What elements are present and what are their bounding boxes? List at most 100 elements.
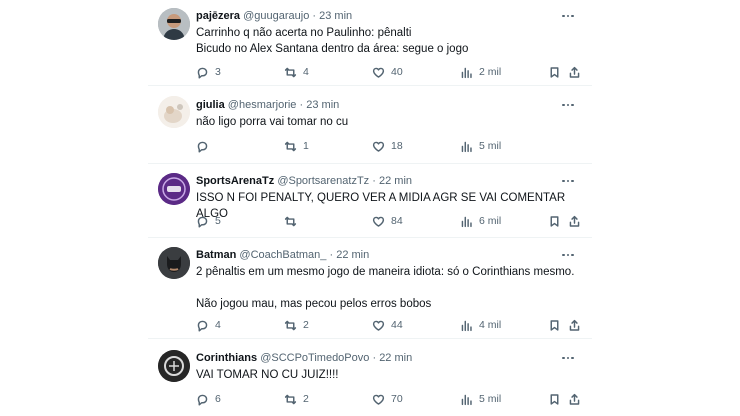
reply-button[interactable]: 6 [196, 391, 221, 407]
retweet-icon [284, 67, 297, 77]
tweet-text: não ligo porra vai tomar no cu [196, 116, 349, 128]
tweet-feed: pajēzera @guugaraujo · 23 min Carrinho q… [148, 0, 592, 416]
like-button[interactable]: 70 [372, 391, 403, 407]
views-button[interactable]: 5 mil [460, 138, 501, 154]
tweet[interactable]: giulia @hesmarjorie · 23 min não ligo po… [148, 87, 592, 164]
share-icon [569, 319, 580, 331]
share-icon [569, 66, 580, 78]
tweet[interactable]: SportsArenaTz @SportsarenatzTz · 22 min … [148, 165, 592, 238]
more-options-icon[interactable] [560, 351, 576, 365]
like-count: 44 [391, 319, 403, 331]
reply-count: 5 [215, 215, 221, 227]
purple-logo-avatar-icon [158, 173, 190, 205]
separator: · [372, 175, 376, 187]
like-count: 18 [391, 140, 403, 152]
author-name[interactable]: Corinthians [196, 352, 257, 364]
author-name[interactable]: pajēzera [196, 10, 240, 22]
reply-icon [197, 394, 208, 406]
timestamp[interactable]: 23 min [319, 10, 352, 22]
bookmark-button[interactable] [548, 391, 561, 407]
heart-icon [372, 216, 385, 227]
views-button[interactable]: 4 mil [460, 317, 501, 333]
tweet[interactable]: pajēzera @guugaraujo · 23 min Carrinho q… [148, 0, 592, 86]
more-options-icon[interactable] [560, 248, 576, 262]
view-count: 2 mil [479, 66, 502, 78]
author-name[interactable]: SportsArenaTz [196, 175, 274, 187]
more-options-icon[interactable] [560, 174, 576, 188]
retweet-button[interactable]: 2 [284, 391, 309, 407]
like-button[interactable]: 84 [372, 213, 403, 229]
separator: · [372, 352, 377, 364]
timestamp[interactable]: 22 min [379, 175, 412, 187]
avatar[interactable] [158, 350, 190, 382]
timestamp[interactable]: 22 min [336, 249, 369, 261]
crest-avatar-icon [158, 350, 190, 382]
like-button[interactable]: 44 [372, 317, 403, 333]
share-button[interactable] [568, 317, 581, 333]
bookmark-button[interactable] [548, 317, 561, 333]
sunglasses-man-avatar-icon [158, 8, 190, 40]
views-button[interactable]: 5 mil [460, 391, 501, 407]
retweet-count: 2 [303, 319, 309, 331]
bookmark-button[interactable] [548, 64, 561, 80]
reply-count: 4 [215, 319, 221, 331]
retweet-icon [284, 394, 297, 404]
views-chart-icon [461, 394, 472, 405]
like-count: 40 [391, 66, 403, 78]
tweet[interactable]: Batman @CoachBatman_ · 22 min 2 pênaltis… [148, 239, 592, 339]
retweet-count: 4 [303, 66, 309, 78]
bookmark-icon [550, 319, 559, 331]
timestamp[interactable]: 23 min [306, 99, 339, 111]
author-handle[interactable]: @hesmarjorie [228, 99, 297, 111]
views-chart-icon [461, 141, 472, 152]
light-photo-avatar-icon [158, 96, 190, 128]
share-button[interactable] [568, 64, 581, 80]
reply-button[interactable]: 5 [196, 213, 221, 229]
bookmark-button[interactable] [548, 213, 561, 229]
heart-icon [372, 141, 385, 152]
views-chart-icon [461, 67, 472, 78]
timestamp[interactable]: 22 min [379, 352, 412, 364]
views-chart-icon [461, 216, 472, 227]
separator: · [312, 10, 317, 22]
share-button[interactable] [568, 213, 581, 229]
avatar[interactable] [158, 8, 190, 40]
reply-count: 6 [215, 393, 221, 405]
author-name[interactable]: Batman [196, 249, 236, 261]
tweet[interactable]: Corinthians @SCCPoTimedoPovo · 22 min VA… [148, 340, 592, 416]
tweet-text: Carrinho q não acerta no Paulinho: pênal… [196, 27, 469, 55]
retweet-button[interactable] [284, 213, 303, 229]
avatar[interactable] [158, 96, 190, 128]
like-button[interactable]: 40 [372, 64, 403, 80]
reply-button[interactable]: 3 [196, 64, 221, 80]
tweet-text: 2 pênaltis em um mesmo jogo de maneira i… [196, 266, 575, 310]
retweet-button[interactable]: 4 [284, 64, 309, 80]
share-icon [569, 215, 580, 227]
like-count: 70 [391, 393, 403, 405]
share-button[interactable] [568, 391, 581, 407]
like-button[interactable]: 18 [372, 138, 403, 154]
more-options-icon[interactable] [560, 98, 576, 112]
reply-icon [197, 216, 208, 228]
author-handle[interactable]: @SCCPoTimedoPovo [260, 352, 369, 364]
reply-icon [197, 320, 208, 332]
author-handle[interactable]: @SportsarenatzTz [277, 175, 369, 187]
more-options-icon[interactable] [560, 9, 576, 23]
views-button[interactable]: 2 mil [460, 64, 501, 80]
reply-button[interactable] [196, 138, 215, 154]
author-handle[interactable]: @guugaraujo [243, 10, 309, 22]
retweet-icon [284, 141, 297, 151]
separator: · [299, 99, 304, 111]
avatar[interactable] [158, 247, 190, 279]
views-button[interactable]: 6 mil [460, 213, 501, 229]
retweet-button[interactable]: 2 [284, 317, 309, 333]
retweet-icon [284, 216, 297, 226]
view-count: 5 mil [479, 140, 502, 152]
author-name[interactable]: giulia [196, 99, 225, 111]
view-count: 5 mil [479, 393, 502, 405]
heart-icon [372, 320, 385, 331]
author-handle[interactable]: @CoachBatman_ [239, 249, 326, 261]
retweet-button[interactable]: 1 [284, 138, 309, 154]
reply-button[interactable]: 4 [196, 317, 221, 333]
avatar[interactable] [158, 173, 190, 205]
